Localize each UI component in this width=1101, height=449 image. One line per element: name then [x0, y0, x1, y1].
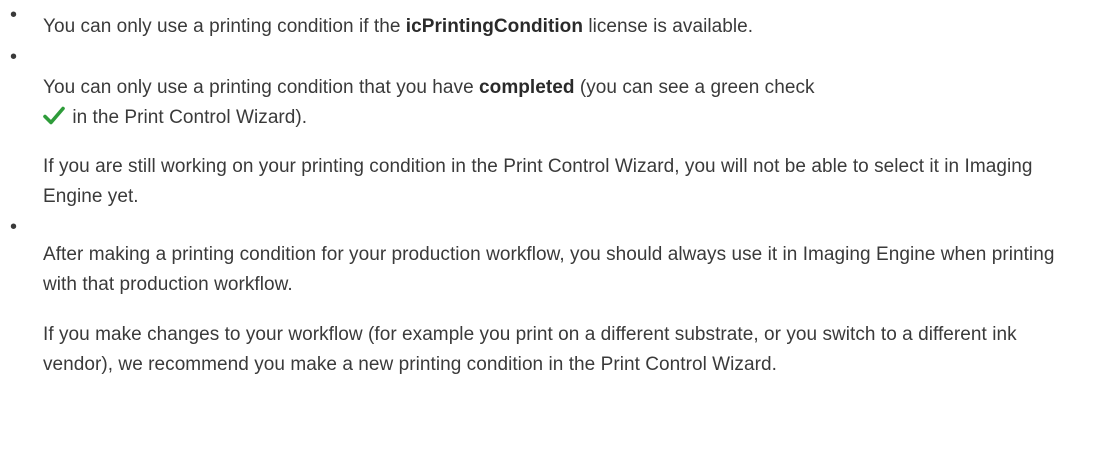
green-checkmark-icon	[43, 106, 65, 125]
license-text-after: license is available.	[583, 16, 754, 37]
bullet-icon: •	[10, 46, 18, 68]
license-paragraph: You can only use a printing condition if…	[43, 12, 1081, 42]
completed-text-mid: (you can see a green check	[574, 77, 815, 98]
wizard-note-paragraph: If you are still working on your printin…	[43, 156, 1033, 207]
list-item-workflow: • After making a printing condition for …	[0, 212, 1101, 380]
completed-text-before: You can only use a printing condition th…	[43, 77, 480, 98]
list-item-license: • You can only use a printing condition …	[0, 0, 1101, 42]
license-name: icPrintingCondition	[405, 16, 583, 37]
completed-paragraph: You can only use a printing condition th…	[43, 73, 1081, 133]
bullet-icon: •	[10, 4, 18, 26]
license-text-before: You can only use a printing condition if…	[43, 16, 406, 37]
document-page: • You can only use a printing condition …	[0, 0, 1101, 449]
workflow-paragraph: After making a printing condition for yo…	[43, 244, 1055, 295]
requirements-list: • You can only use a printing condition …	[0, 0, 1101, 380]
list-item-completed: • You can only use a printing condition …	[0, 42, 1101, 212]
bullet-icon: •	[10, 216, 18, 238]
workflow-note-paragraph: If you make changes to your workflow (fo…	[43, 324, 1017, 375]
completed-text-after: in the Print Control Wizard).	[67, 107, 308, 128]
completed-keyword: completed	[479, 77, 575, 98]
